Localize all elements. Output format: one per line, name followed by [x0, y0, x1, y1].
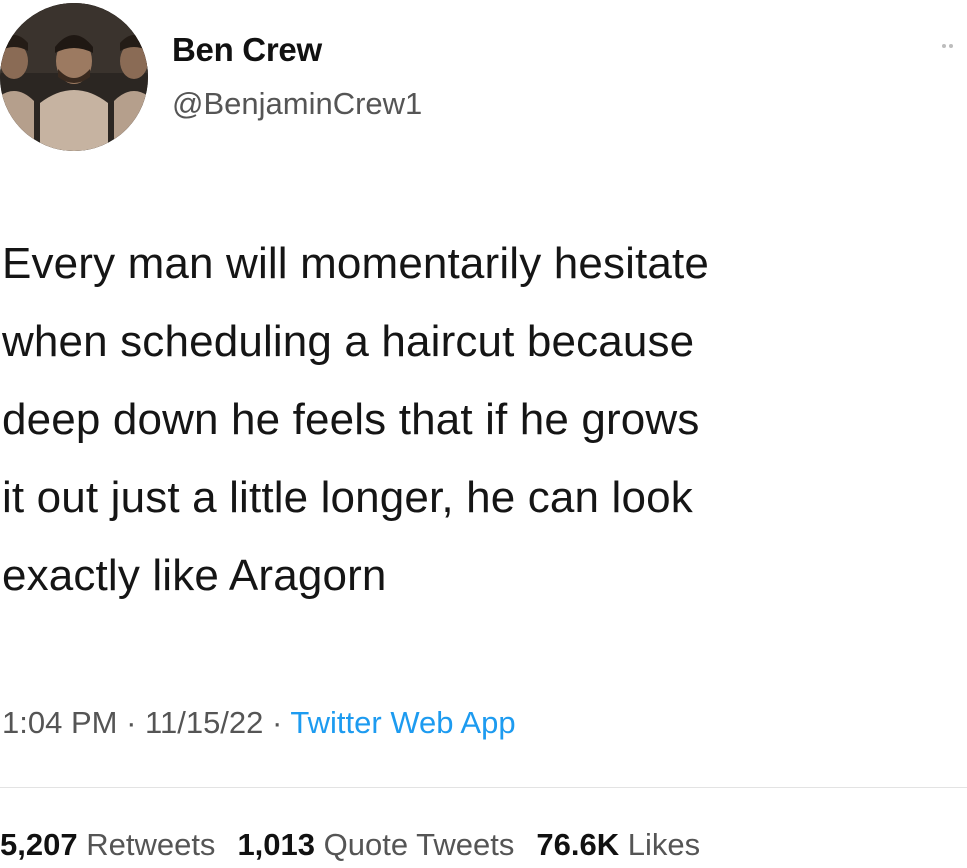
meta-separator: ·: [126, 705, 137, 740]
tweet-text-line: deep down he feels that if he grows: [2, 395, 700, 444]
more-dots-icon[interactable]: [942, 44, 953, 48]
dot: [949, 44, 953, 48]
divider: [0, 787, 967, 788]
likes-stat[interactable]: 76.6K Likes: [536, 827, 700, 862]
user-handle[interactable]: @BenjaminCrew1: [172, 84, 422, 124]
retweets-label: Retweets: [86, 827, 216, 862]
tweet-card: Ben Crew @BenjaminCrew1 Every man will m…: [0, 0, 967, 868]
likes-count: 76.6K: [536, 827, 620, 862]
tweet-stats: 5,207 Retweets 1,013 Quote Tweets 76.6K Li…: [0, 825, 700, 865]
author-block: Ben Crew @BenjaminCrew1: [172, 30, 422, 124]
tweet-source-link[interactable]: Twitter Web App: [290, 705, 515, 740]
likes-label: Likes: [627, 827, 701, 862]
avatar[interactable]: [0, 3, 148, 151]
tweet-text-line: Every man will momentarily hesitate: [2, 239, 710, 288]
avatar-image: [0, 3, 148, 151]
tweet-meta: 1:04 PM · 11/15/22 · Twitter Web App: [2, 703, 516, 743]
retweets-count: 5,207: [0, 827, 78, 862]
dot: [942, 44, 946, 48]
meta-separator: ·: [272, 705, 283, 740]
quotes-stat[interactable]: 1,013 Quote Tweets: [237, 827, 514, 862]
tweet-text-line: when scheduling a haircut because: [2, 317, 695, 366]
tweet-time[interactable]: 1:04 PM: [2, 705, 117, 740]
tweet-text-line: exactly like Aragorn: [2, 551, 387, 600]
tweet-text-line: it out just a little longer, he can look: [2, 473, 693, 522]
quotes-count: 1,013: [237, 827, 316, 862]
tweet-text: Every man will momentarily hesitate when…: [2, 225, 964, 615]
quotes-label: Quote Tweets: [323, 827, 515, 862]
tweet-date[interactable]: 11/15/22: [145, 705, 263, 740]
display-name[interactable]: Ben Crew: [172, 30, 422, 70]
retweets-stat[interactable]: 5,207 Retweets: [0, 827, 215, 862]
